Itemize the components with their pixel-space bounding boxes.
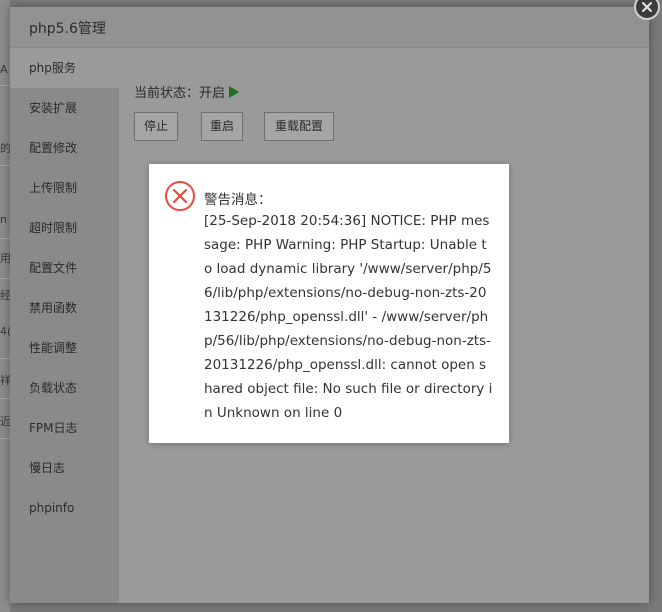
dialog-title: php5.6管理 [29,21,106,37]
stop-button[interactable]: 停止 [134,112,178,141]
sidebar-item-config-edit[interactable]: 配置修改 [10,128,119,168]
restart-button[interactable]: 重启 [201,112,243,141]
sidebar-item-label: 安装扩展 [29,101,78,115]
sidebar-item-label: 配置修改 [29,141,78,155]
close-button[interactable] [634,0,660,20]
sidebar-item-phpinfo[interactable]: phpinfo [10,488,119,528]
sidebar-item-timeout-limit[interactable]: 超时限制 [10,208,119,248]
background-divider [0,358,10,359]
screen: A 的 n 用 经 4( 祥 近 php5.6管理 php服务 安装扩展 配置修… [0,0,662,612]
background-divider [0,398,10,399]
close-icon [642,2,652,12]
background-divider [0,238,10,239]
sidebar-item-install-extensions[interactable]: 安装扩展 [10,88,119,128]
sidebar-item-upload-limit[interactable]: 上传限制 [10,168,119,208]
sidebar-item-label: 慢日志 [29,461,66,475]
sidebar-item-php-service[interactable]: php服务 [10,48,119,88]
dialog-header: php5.6管理 [10,7,649,48]
background-divider [0,85,10,86]
background-fragment: 近 [0,415,10,428]
background-fragment: A [0,63,8,76]
sidebar-item-label: 性能调整 [29,341,78,355]
background-fragment: 祥 [0,374,10,387]
sidebar-item-fpm-log[interactable]: FPM日志 [10,408,119,448]
sidebar-item-config-file[interactable]: 配置文件 [10,248,119,288]
error-circle-icon [165,181,195,211]
sidebar: php服务 安装扩展 配置修改 上传限制 超时限制 配置文件 禁用函数 性能调整… [10,48,119,603]
sidebar-item-label: 超时限制 [29,221,78,235]
alert-message: [25-Sep-2018 20:54:36] NOTICE: PHP messa… [204,213,493,421]
background-page: A 的 n 用 经 4( 祥 近 [0,0,10,612]
background-fragment: n [0,213,7,226]
play-icon [229,85,240,98]
background-fragment: 经 [0,289,10,302]
background-divider [0,278,10,279]
sidebar-item-label: phpinfo [29,501,75,515]
reload-config-button[interactable]: 重载配置 [264,112,334,141]
sidebar-item-label: 配置文件 [29,261,78,275]
sidebar-item-disabled-functions[interactable]: 禁用函数 [10,288,119,328]
sidebar-item-performance-tuning[interactable]: 性能调整 [10,328,119,368]
status-text: 当前状态：开启 [134,86,226,101]
service-status: 当前状态：开启 [134,82,240,101]
background-fragment: 4( [0,325,10,338]
warning-alert: 警告消息： [25-Sep-2018 20:54:36] NOTICE: PHP… [149,164,509,443]
sidebar-item-label: 上传限制 [29,181,78,195]
sidebar-item-label: php服务 [29,61,76,75]
sidebar-item-load-status[interactable]: 负载状态 [10,368,119,408]
sidebar-item-label: 禁用函数 [29,301,78,315]
sidebar-item-label: 负载状态 [29,381,78,395]
background-fragment: 的 [0,142,10,155]
sidebar-item-label: FPM日志 [29,421,78,435]
background-divider [0,438,10,439]
alert-title: 警告消息： [204,192,272,208]
background-divider [0,165,10,166]
sidebar-item-slow-log[interactable]: 慢日志 [10,448,119,488]
background-fragment: 用 [0,252,10,265]
